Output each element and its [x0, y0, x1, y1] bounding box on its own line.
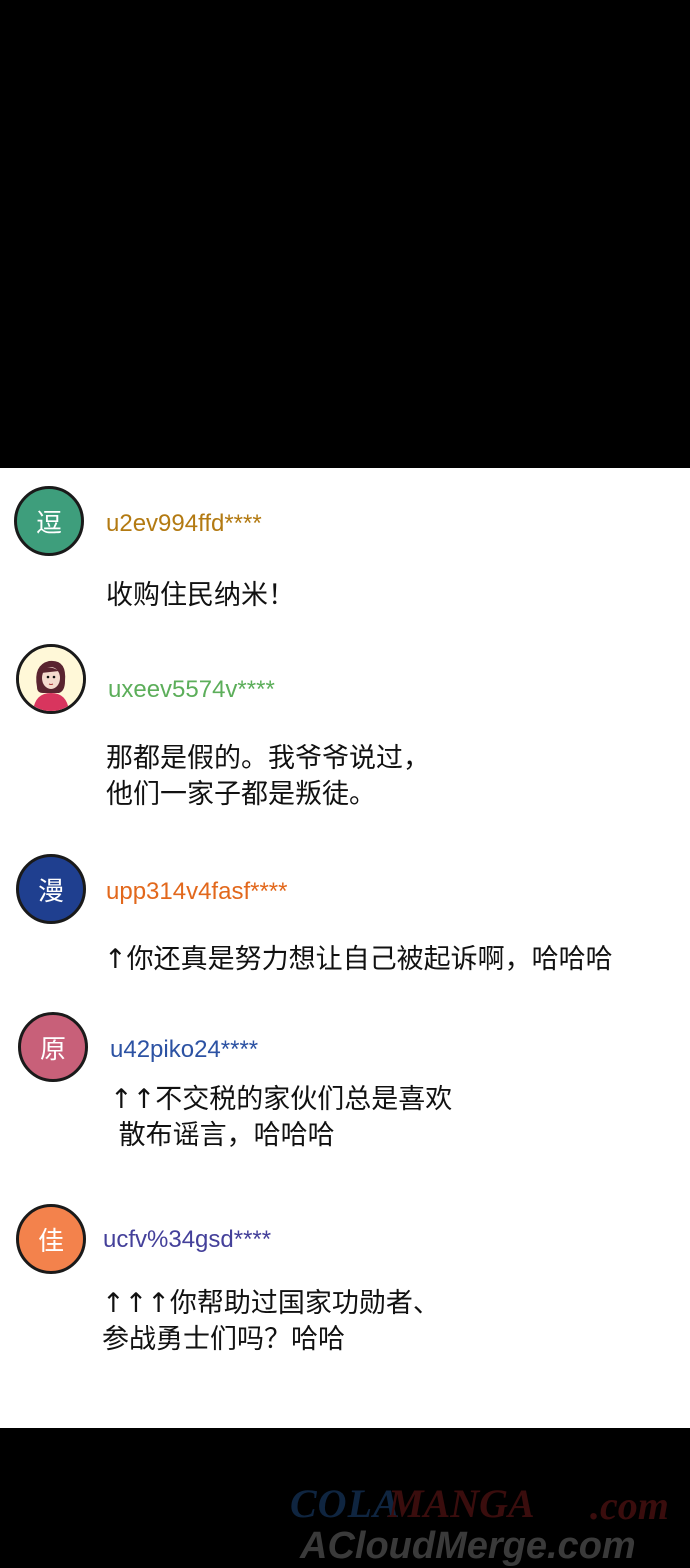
- top-black-area: [0, 0, 690, 468]
- avatar-5: 佳: [16, 1204, 86, 1274]
- avatar-4-char: 原: [39, 1034, 66, 1065]
- watermark-manga: MANGA: [388, 1481, 535, 1526]
- username-3: upp314v4fasf****: [106, 878, 288, 905]
- watermark-acloudmerge: ACloudMerge.com: [300, 1525, 636, 1567]
- avatar-5-char: 佳: [37, 1226, 64, 1257]
- username-5: ucfv%34gsd****: [103, 1226, 272, 1253]
- comment-1-text: 收购住民纳米！: [106, 580, 295, 611]
- avatar-2-portrait: [16, 644, 86, 714]
- avatar-1-char: 逗: [35, 508, 62, 539]
- username-4: u42piko24****: [110, 1036, 259, 1063]
- username-2: uxeev5574v****: [108, 676, 275, 703]
- avatar-4: 原: [18, 1012, 88, 1082]
- comment-2-text: 那都是假的。我爷爷说过， 他们一家子都是叛徒。: [106, 743, 430, 810]
- avatar-3: 漫: [16, 854, 86, 924]
- comment-5-text: ↑↑↑你帮助过国家功勋者、 参战勇士们吗？哈哈: [102, 1288, 440, 1355]
- comments-panel: 逗 u2ev994ffd**** 收购住民纳米！ uxeev5574v**** …: [0, 468, 690, 1428]
- username-1: u2ev994ffd****: [106, 510, 262, 537]
- comment-3-text: ↑你还真是努力想让自己被起诉啊，哈哈哈: [104, 944, 613, 975]
- avatar-3-char: 漫: [37, 876, 64, 907]
- comment-4-text: ↑↑不交税的家伙们总是喜欢 散布谣言，哈哈哈: [110, 1084, 453, 1151]
- woman-portrait-icon: [19, 647, 83, 711]
- avatar-1: 逗: [14, 486, 84, 556]
- watermark-com: .com: [590, 1483, 669, 1528]
- watermark-cola: COLA: [290, 1481, 401, 1526]
